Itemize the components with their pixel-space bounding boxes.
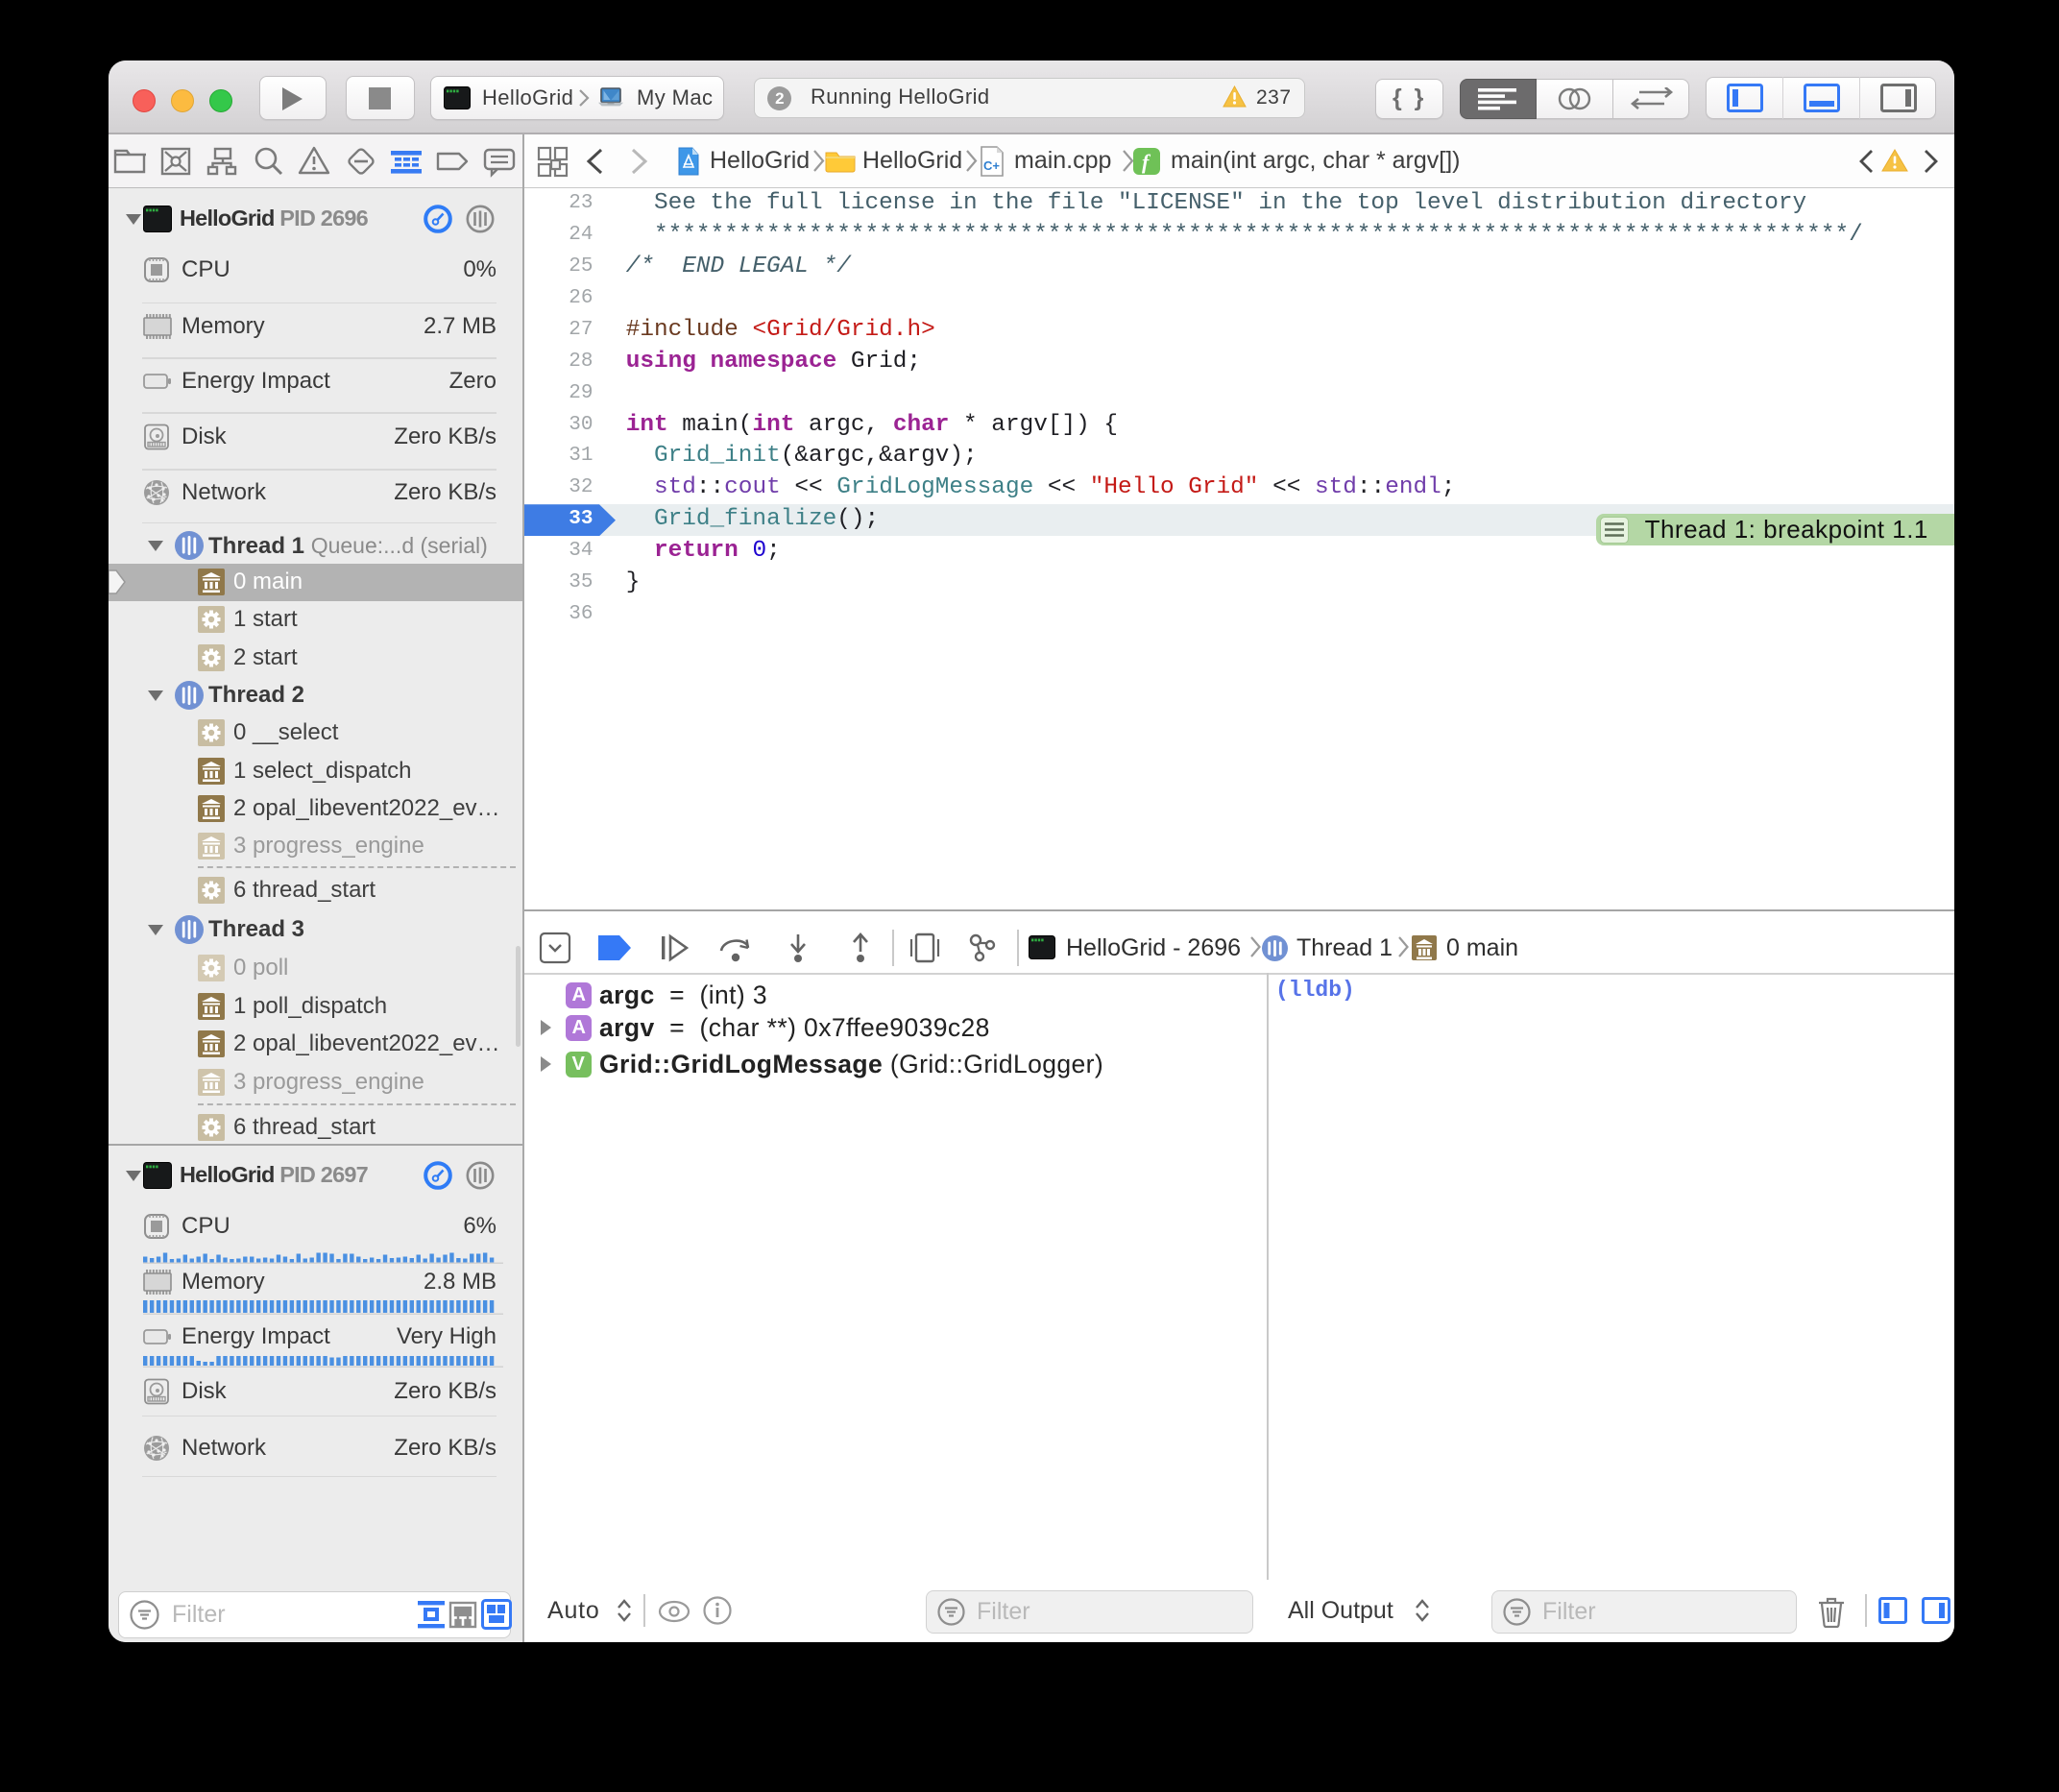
svg-text:C+: C+: [983, 158, 1000, 173]
